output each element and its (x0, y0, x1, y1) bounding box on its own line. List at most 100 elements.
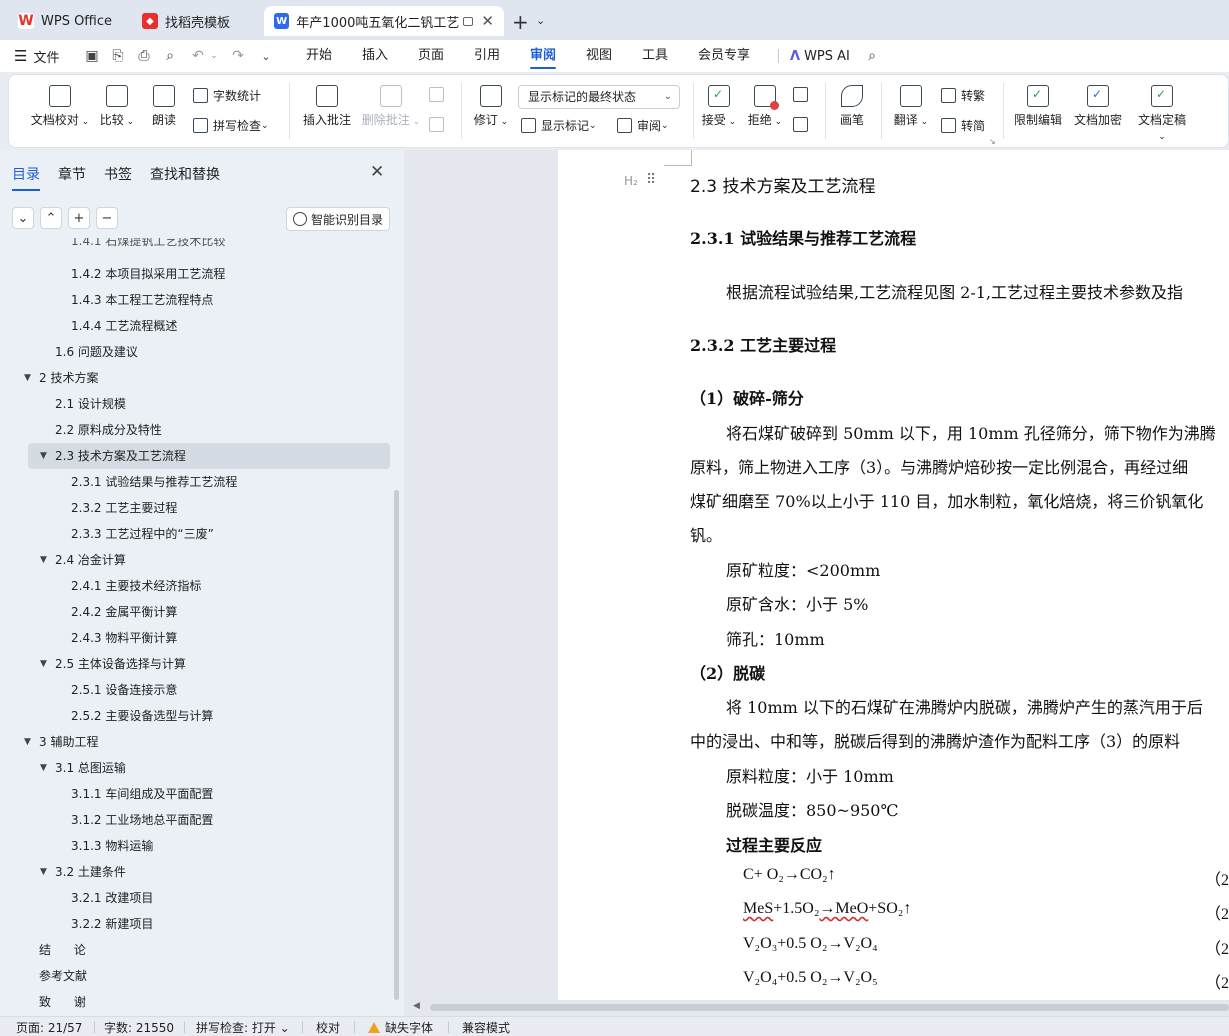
toc-item[interactable]: ▼ 3 辅助工程 (24, 729, 98, 755)
heading-2-3[interactable]: 2.3 技术方案及工艺流程 (690, 172, 875, 197)
toc-item[interactable]: 2.4.2 金属平衡计算 (71, 599, 177, 625)
horizontal-scroll-thumb[interactable] (430, 1004, 1229, 1011)
pen-button[interactable]: 画笔 (835, 85, 869, 128)
undo-dropdown-icon[interactable]: ⌄ (206, 48, 222, 64)
spell-check-status[interactable]: 拼写检查: 打开 ⌄ (196, 1019, 290, 1036)
toc-item[interactable]: ▼ 3.2 土建条件 (40, 859, 126, 885)
scroll-left-arrow-icon[interactable]: ◀ (413, 1001, 420, 1011)
prev-change-button[interactable] (793, 87, 813, 102)
toc-item[interactable]: ▼ 2.4 冶金计算 (40, 547, 126, 573)
print-preview-icon[interactable]: ⌕ (162, 48, 178, 64)
reject-button[interactable]: 拒绝 ⌄ (745, 85, 785, 128)
heading-2-3-2[interactable]: 2.3.2 工艺主要过程 (690, 332, 836, 356)
show-markup-button[interactable]: 显示标记 ⌄ (521, 117, 597, 134)
expand-triangle-icon[interactable]: ▼ (40, 755, 47, 781)
delete-comment-button[interactable]: 删除批注 ⌄ (361, 85, 421, 128)
wps-ai-button[interactable]: Λ WPS AI (790, 40, 850, 72)
accept-button[interactable]: 接受 ⌄ (699, 85, 739, 128)
tab-document[interactable]: W 年产1000吨五氧化二钒工艺的 ✕ (264, 6, 504, 36)
remove-heading-icon[interactable]: − (96, 207, 118, 229)
expand-triangle-icon[interactable]: ▼ (24, 729, 31, 755)
document-page[interactable] (558, 150, 1229, 1000)
finalize-button[interactable]: 文档定稿 ⌄ (1133, 85, 1191, 142)
equation[interactable]: V₂O₃+0.5 O₂→V₂O₄ (743, 935, 878, 953)
toc-item[interactable]: ▼ 2.5 主体设备选择与计算 (40, 651, 186, 677)
doc-check-button[interactable]: 文档校对 ⌄ (29, 85, 91, 128)
proofread-status[interactable]: 校对 (316, 1019, 340, 1036)
print-icon[interactable]: ⎙ (136, 48, 152, 64)
toc-item[interactable]: ▼ 2 技术方案 (24, 365, 98, 391)
translate-button[interactable]: 翻译 ⌄ (891, 85, 931, 128)
ribbon-launcher-icon[interactable]: ↘ (989, 137, 996, 146)
toc-item[interactable]: 3.1.1 车间组成及平面配置 (71, 781, 213, 807)
toc-item[interactable]: 2.5.1 设备连接示意 (71, 677, 177, 703)
expand-triangle-icon[interactable]: ▼ (40, 651, 47, 677)
expand-triangle-icon[interactable]: ▼ (40, 859, 47, 885)
close-tab-icon[interactable]: ✕ (481, 12, 494, 30)
toc-item[interactable]: 2.3.1 试验结果与推荐工艺流程 (71, 469, 237, 495)
review-pane-button[interactable]: 审阅 ⌄ (617, 117, 669, 134)
missing-font-status[interactable]: 缺失字体 (368, 1019, 433, 1036)
page-indicator[interactable]: 页面: 21/57 (16, 1019, 82, 1036)
paragraph[interactable]: 中的浸出、中和等，脱碳后得到的沸腾炉渣作为配料工序（3）的原料 (690, 728, 1180, 752)
paragraph[interactable]: 煤矿细磨至 70%以上小于 110 目，加水制粒，氧化焙烧，将三价钒氧化 (690, 488, 1203, 512)
toc-item[interactable]: 2.3.3 工艺过程中的“三废” (71, 521, 214, 547)
param-line[interactable]: 原矿粒度：<200mm (726, 557, 880, 581)
encrypt-button[interactable]: 文档加密 (1073, 85, 1123, 128)
expand-triangle-icon[interactable]: ▼ (40, 443, 47, 469)
track-changes-button[interactable]: 修订 ⌄ (471, 85, 511, 128)
export-icon[interactable]: ⎘ (110, 48, 126, 64)
tab-review[interactable]: 审阅 (530, 40, 557, 72)
paragraph[interactable]: 将石煤矿破碎到 50mm 以下，用 10mm 孔径筛分，筛下物作为沸腾 (726, 420, 1216, 444)
expand-up-icon[interactable]: ⌃ (40, 207, 62, 229)
toc-item[interactable]: 2.4.1 主要技术经济指标 (71, 573, 201, 599)
toc-item[interactable]: 3.2.1 改建项目 (71, 885, 153, 911)
compat-mode-status[interactable]: 兼容模式 (462, 1019, 510, 1036)
toc-item[interactable]: 结 论 (39, 937, 86, 963)
drag-handle-icon[interactable]: ⠿ (646, 172, 656, 188)
tab-view[interactable]: 视图 (586, 40, 612, 72)
tab-page[interactable]: 页面 (418, 40, 444, 72)
toc-item[interactable]: 参考文献 (39, 963, 87, 989)
screen-icon[interactable] (462, 16, 474, 26)
toc-item[interactable]: 1.4.1 石煤提钒工艺技术比较 (71, 238, 225, 254)
file-menu[interactable]: ☰ 文件 (14, 40, 59, 72)
tab-member[interactable]: 会员专享 (698, 40, 750, 72)
toc-item[interactable]: 3.1.2 工业场地总平面配置 (71, 807, 213, 833)
nav-tab-bookmarks[interactable]: 书签 (104, 164, 132, 184)
param-line[interactable]: 原矿含水：小于 5% (726, 591, 868, 615)
smart-toc-button[interactable]: 智能识别目录 (286, 207, 390, 231)
spell-check-button[interactable]: 拼写检查 ⌄ (193, 117, 269, 134)
equation[interactable]: C+ O₂→CO₂↑ (743, 866, 836, 884)
toc-item-selected[interactable]: ▼ 2.3 技术方案及工艺流程 (28, 443, 390, 469)
toc-item[interactable]: 致 谢 (39, 989, 86, 1014)
restrict-edit-button[interactable]: 限制编辑 (1013, 85, 1063, 128)
tab-list-chevron-icon[interactable]: ⌄ (536, 14, 545, 27)
close-icon[interactable]: ✕ (370, 162, 384, 182)
markup-mode-select[interactable]: 显示标记的最终状态 ⌄ (518, 85, 680, 109)
equation[interactable]: V₂O₄+0.5 O₂→V₂O₅ (743, 969, 878, 987)
toc-item[interactable]: 1.4.4 工艺流程概述 (71, 313, 177, 339)
tab-wps-office[interactable]: W WPS Office (8, 6, 124, 36)
toc-item[interactable]: 1.4.3 本工程工艺流程特点 (71, 287, 213, 313)
paragraph[interactable]: 钒。 (690, 522, 722, 546)
word-count-status[interactable]: 字数: 21550 (104, 1019, 174, 1036)
nav-tab-chapters[interactable]: 章节 (58, 164, 86, 184)
next-change-button[interactable] (793, 117, 813, 132)
toc-item[interactable]: 2.1 设计规模 (55, 391, 126, 417)
save-icon[interactable]: ▣ (84, 48, 100, 64)
tab-templates[interactable]: ◆ 找稻壳模板 (132, 6, 258, 36)
redo-icon[interactable]: ↷ (230, 48, 246, 64)
tab-start[interactable]: 开始 (306, 40, 332, 72)
toc-item[interactable]: 1.6 问题及建议 (55, 339, 138, 365)
read-aloud-button[interactable]: 朗读 (149, 85, 179, 128)
param-line[interactable]: 脱碳温度：850~950℃ (726, 797, 898, 821)
toc-item[interactable]: 3.2.2 新建项目 (71, 911, 153, 937)
tab-insert[interactable]: 插入 (362, 40, 388, 72)
compare-button[interactable]: 比较 ⌄ (97, 85, 137, 128)
word-count-button[interactable]: 字数统计 (193, 87, 261, 104)
undo-icon[interactable]: ↶ (190, 48, 206, 64)
paragraph[interactable]: 将 10mm 以下的石煤矿在沸腾炉内脱碳，沸腾炉产生的蒸汽用于后 (726, 694, 1203, 718)
next-comment-button[interactable] (429, 117, 449, 132)
param-line[interactable]: 筛孔：10mm (726, 626, 825, 650)
